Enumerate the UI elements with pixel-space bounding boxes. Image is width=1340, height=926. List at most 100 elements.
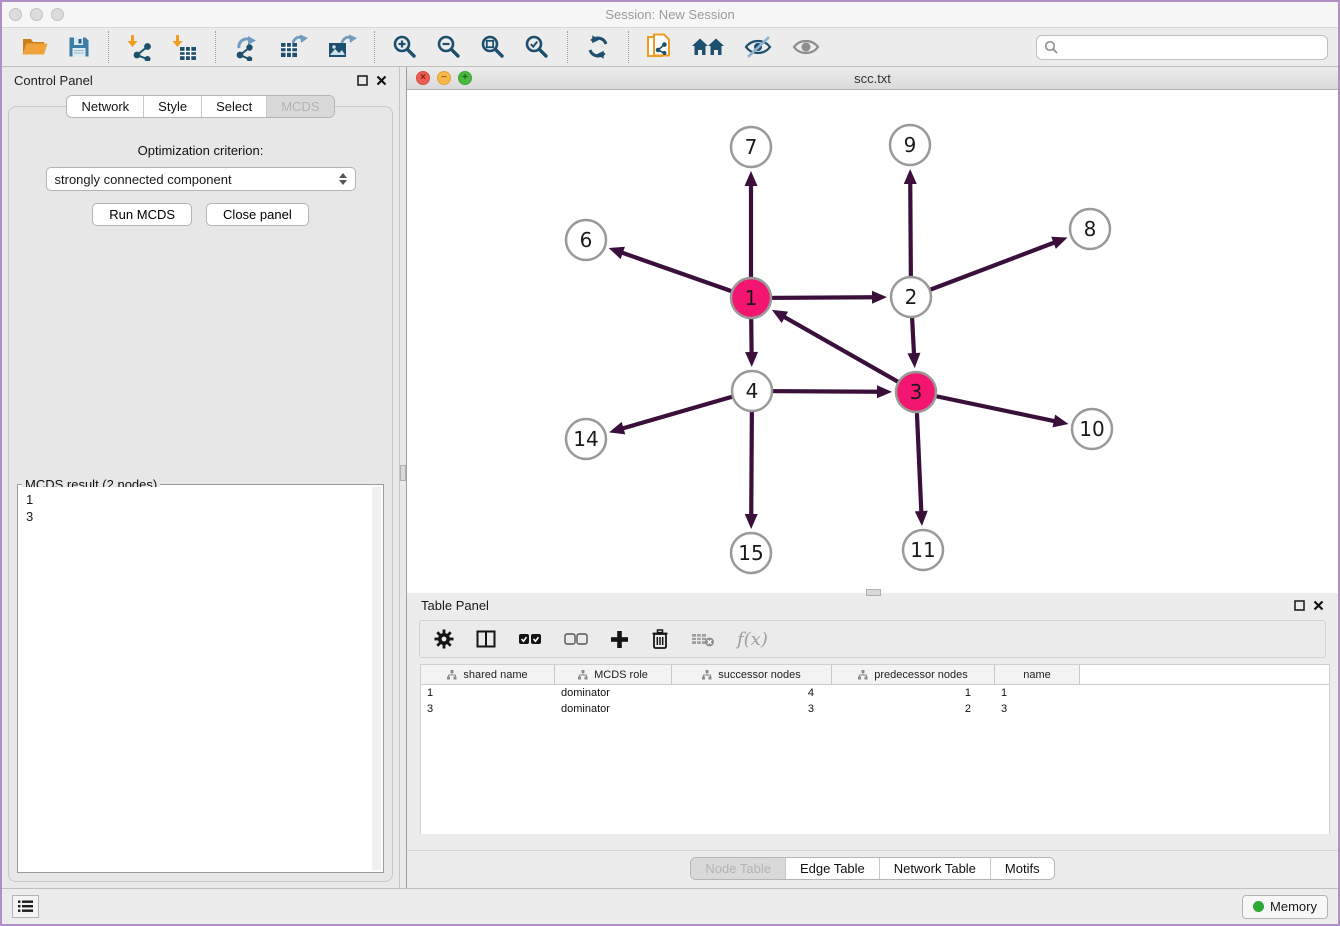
tab-network[interactable]: Network bbox=[67, 96, 143, 117]
trash-icon[interactable] bbox=[651, 629, 669, 649]
memory-label: Memory bbox=[1270, 899, 1317, 914]
zoom-in-icon[interactable] bbox=[383, 31, 427, 63]
function-builder-icon: f(x) bbox=[737, 629, 768, 650]
table-panel-title: Table Panel bbox=[421, 598, 489, 613]
vertical-splitter[interactable] bbox=[399, 67, 407, 888]
edge-3-10[interactable] bbox=[916, 392, 1056, 421]
table-body: 1dominator4113dominator323 bbox=[421, 685, 1329, 717]
cell-shared-name: 3 bbox=[421, 703, 555, 715]
table-row[interactable]: 3dominator323 bbox=[421, 701, 1329, 717]
clone-network-icon[interactable] bbox=[637, 31, 682, 63]
toolbar-separator bbox=[628, 31, 629, 63]
export-image-icon[interactable] bbox=[318, 31, 366, 63]
column-header-predecessor-nodes[interactable]: predecessor nodes bbox=[832, 665, 995, 684]
tab-style[interactable]: Style bbox=[143, 96, 201, 117]
tab-select[interactable]: Select bbox=[201, 96, 266, 117]
memory-status-dot bbox=[1253, 901, 1264, 912]
delete-table-icon bbox=[691, 630, 715, 648]
add-column-icon[interactable] bbox=[610, 630, 629, 649]
sort-hierarchy-icon bbox=[447, 670, 457, 680]
search-field[interactable] bbox=[1036, 35, 1328, 60]
node-label-4: 4 bbox=[746, 379, 759, 403]
column-header-successor-nodes[interactable]: successor nodes bbox=[672, 665, 832, 684]
column-header-shared-name[interactable]: shared name bbox=[421, 665, 555, 684]
mcds-result-box: MCDS result (2 nodes) 1 3 bbox=[17, 484, 384, 873]
window-title: Session: New Session bbox=[2, 7, 1338, 22]
zoom-fit-icon[interactable] bbox=[471, 31, 515, 63]
save-icon[interactable] bbox=[58, 31, 100, 63]
table-tab-node-table[interactable]: Node Table bbox=[691, 858, 785, 879]
cell-predecessor-nodes: 2 bbox=[832, 703, 995, 715]
splitter-grip[interactable] bbox=[400, 465, 406, 481]
column-header-MCDS-role[interactable]: MCDS role bbox=[555, 665, 672, 684]
node-table[interactable]: shared nameMCDS rolesuccessor nodesprede… bbox=[420, 664, 1330, 834]
zoom-out-icon[interactable] bbox=[427, 31, 471, 63]
close-panel-icon[interactable] bbox=[376, 75, 387, 86]
gear-icon[interactable] bbox=[434, 629, 454, 649]
network-graph[interactable]: 1234678910111415 bbox=[407, 90, 1339, 593]
control-panel-tabs: NetworkStyleSelectMCDS bbox=[66, 95, 334, 118]
close-panel-button[interactable]: Close panel bbox=[206, 203, 309, 226]
hide-eye-icon[interactable] bbox=[734, 31, 782, 63]
run-mcds-button[interactable]: Run MCDS bbox=[92, 203, 192, 226]
float-panel-icon[interactable] bbox=[357, 75, 368, 86]
import-table-icon[interactable] bbox=[162, 31, 207, 63]
search-icon bbox=[1044, 40, 1058, 54]
deselect-all-icon[interactable] bbox=[564, 632, 588, 646]
node-label-15: 15 bbox=[738, 541, 763, 565]
arrowhead-4-15 bbox=[745, 514, 758, 529]
arrowhead-1-6 bbox=[609, 247, 625, 259]
float-table-panel-icon[interactable] bbox=[1294, 600, 1305, 611]
task-history-button[interactable] bbox=[12, 895, 39, 918]
edge-2-8[interactable] bbox=[911, 242, 1055, 297]
mcds-result-text[interactable]: 1 3 bbox=[20, 487, 381, 870]
network-canvas[interactable]: 1234678910111415 bbox=[407, 90, 1338, 593]
houses-icon[interactable] bbox=[682, 31, 734, 63]
select-all-icon[interactable] bbox=[518, 632, 542, 646]
criterion-dropdown[interactable]: strongly connected component bbox=[46, 167, 356, 191]
node-label-8: 8 bbox=[1084, 217, 1097, 241]
table-row[interactable]: 1dominator411 bbox=[421, 685, 1329, 701]
arrowhead-2-8 bbox=[1051, 237, 1067, 249]
toolbar-separator bbox=[567, 31, 568, 63]
export-network-icon[interactable] bbox=[224, 31, 270, 63]
cell-MCDS-role: dominator bbox=[555, 703, 672, 715]
table-tabs-bar: Node TableEdge TableNetwork TableMotifs bbox=[407, 850, 1338, 888]
arrowhead-4-3 bbox=[877, 385, 892, 398]
arrowhead-2-9 bbox=[904, 169, 917, 184]
import-network-icon[interactable] bbox=[117, 31, 162, 63]
result-scrollbar[interactable] bbox=[372, 487, 381, 870]
node-label-2: 2 bbox=[905, 285, 918, 309]
zoom-selected-icon[interactable] bbox=[515, 31, 559, 63]
search-input[interactable] bbox=[1063, 40, 1320, 54]
cell-predecessor-nodes: 1 bbox=[832, 687, 995, 699]
toolbar-separator bbox=[108, 31, 109, 63]
arrowhead-3-10 bbox=[1052, 415, 1068, 428]
cell-MCDS-role: dominator bbox=[555, 687, 672, 699]
edge-3-1[interactable] bbox=[783, 316, 916, 392]
node-label-10: 10 bbox=[1079, 417, 1104, 441]
node-label-7: 7 bbox=[745, 135, 758, 159]
eye-icon[interactable] bbox=[782, 31, 830, 63]
node-label-14: 14 bbox=[573, 427, 598, 451]
node-label-3: 3 bbox=[910, 380, 923, 404]
column-header-name[interactable]: name bbox=[995, 665, 1080, 684]
columns-icon[interactable] bbox=[476, 629, 496, 649]
export-table-icon[interactable] bbox=[270, 31, 318, 63]
table-tab-network-table[interactable]: Network Table bbox=[879, 858, 990, 879]
mcds-panel: Optimization criterion: strongly connect… bbox=[8, 106, 393, 882]
sort-hierarchy-icon bbox=[702, 670, 712, 680]
table-tab-motifs[interactable]: Motifs bbox=[990, 858, 1054, 879]
horizontal-splitter-grip[interactable] bbox=[866, 589, 881, 596]
dropdown-stepper-icon bbox=[339, 173, 347, 185]
arrowhead-1-7 bbox=[745, 171, 758, 186]
app-window: Session: New Session bbox=[0, 0, 1340, 926]
cell-shared-name: 1 bbox=[421, 687, 555, 699]
refresh-icon[interactable] bbox=[576, 31, 620, 63]
table-tab-edge-table[interactable]: Edge Table bbox=[785, 858, 879, 879]
memory-button[interactable]: Memory bbox=[1242, 895, 1328, 919]
close-table-panel-icon[interactable] bbox=[1313, 600, 1324, 611]
cell-name: 3 bbox=[995, 703, 1080, 715]
tab-mcds[interactable]: MCDS bbox=[266, 96, 333, 117]
open-folder-icon[interactable] bbox=[12, 31, 58, 63]
